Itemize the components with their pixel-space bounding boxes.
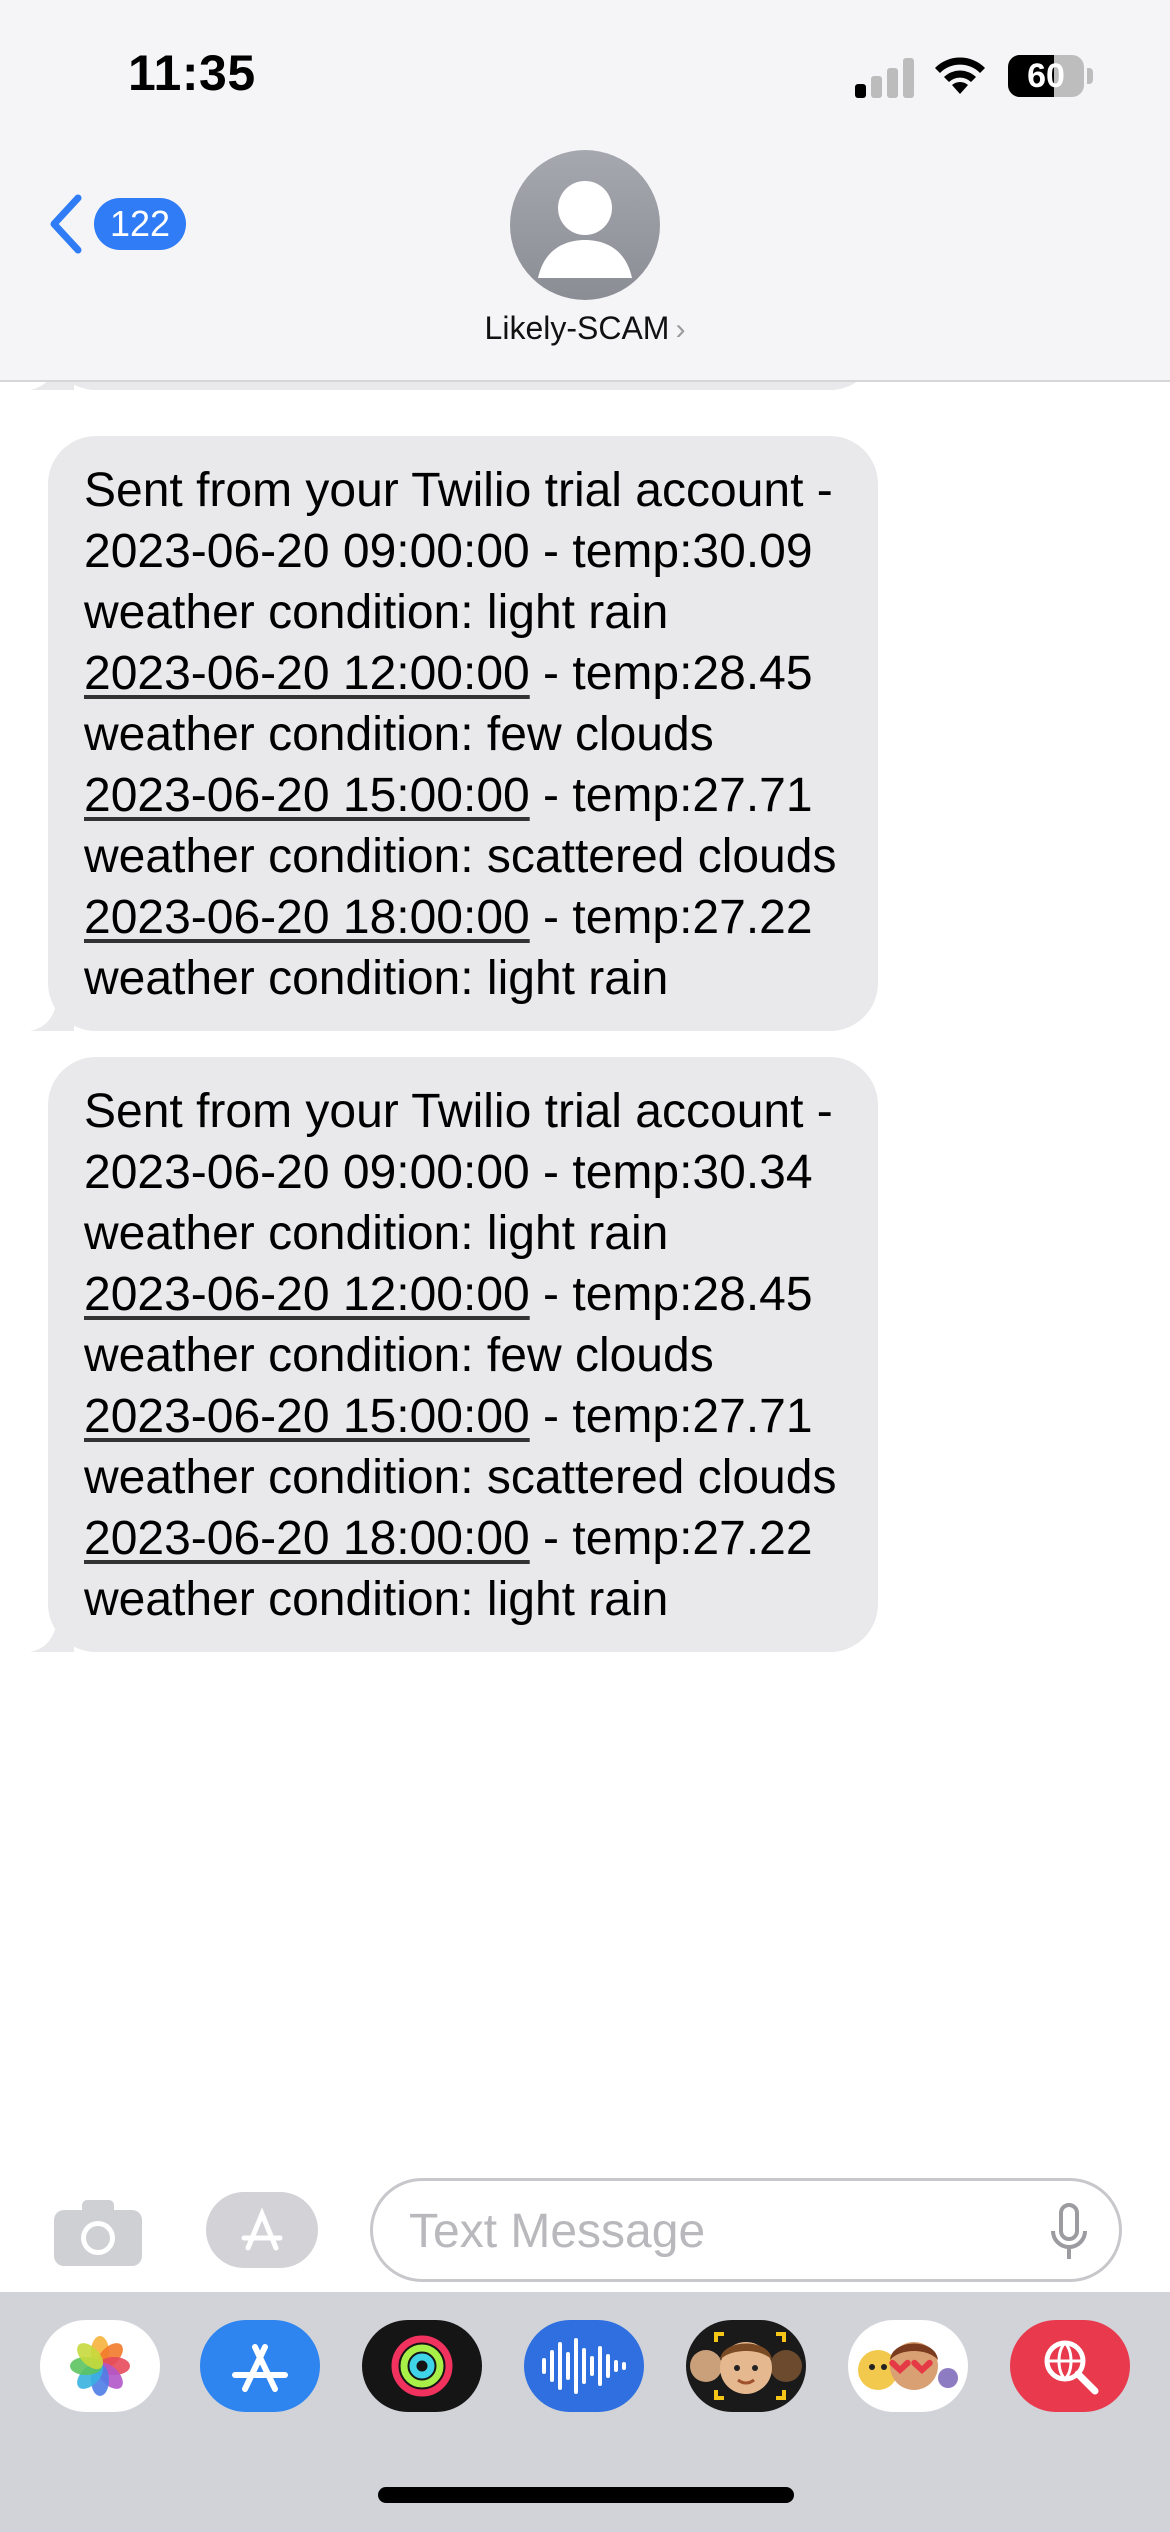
wifi-icon	[935, 57, 985, 94]
message-list[interactable]: Sent from your Twilio trial account - 20…	[0, 382, 1170, 2152]
datetime-link[interactable]: 2023-06-20 18:00:00	[84, 891, 530, 944]
status-time: 11:35	[128, 45, 256, 101]
battery-cap	[1087, 68, 1093, 84]
audio-message-app-icon[interactable]	[524, 2320, 644, 2412]
datetime-link[interactable]: 2023-06-20 12:00:00	[84, 1268, 530, 1321]
message-text: 2023-06-20 15:00:00 - temp:27.71 weather…	[84, 1386, 842, 1508]
message-text: 2023-06-20 18:00:00 - temp:27.22 weather…	[84, 887, 842, 1009]
app-store-icon	[241, 2207, 283, 2251]
datetime-text: 2023-06-20 09:00:00	[84, 1146, 530, 1199]
bubble-tail	[30, 1608, 74, 1652]
message-bubble[interactable]: Sent from your Twilio trial account - 20…	[30, 1057, 878, 1652]
message-bubble[interactable]: Sent from your Twilio trial account - 20…	[30, 436, 878, 1031]
photos-app-icon[interactable]	[40, 2320, 160, 2412]
battery-percent: 60	[1027, 57, 1065, 95]
datetime-link[interactable]: 2023-06-20 15:00:00	[84, 769, 530, 822]
memoji-face-icon	[690, 2332, 802, 2400]
person-icon	[538, 181, 632, 278]
app-store-a-icon	[232, 2344, 288, 2392]
app-store-app-icon[interactable]	[200, 2320, 320, 2412]
message-text: 2023-06-20 18:00:00 - temp:27.22 weather…	[84, 1508, 842, 1630]
photos-flower-icon	[70, 2336, 130, 2396]
contact-details-button[interactable]: Likely-SCAM ›	[0, 310, 1170, 347]
message-text: Sent from your Twilio trial account - 20…	[84, 460, 842, 643]
cellular-signal-icon	[855, 56, 915, 98]
message-text: 2023-06-20 15:00:00 - temp:27.71 weather…	[84, 765, 842, 887]
fitness-app-icon[interactable]	[362, 2320, 482, 2412]
chevron-left-icon	[50, 194, 82, 254]
sticker-faces-icon	[858, 2342, 958, 2390]
composer-bar	[0, 2152, 1170, 2292]
images-search-app-icon[interactable]	[1010, 2320, 1130, 2412]
bubble-tail	[30, 382, 74, 390]
contact-avatar[interactable]	[510, 150, 660, 300]
back-button[interactable]: 122	[46, 188, 196, 258]
datetime-text: 2023-06-20 09:00:00	[84, 525, 530, 578]
bubble-tail	[30, 987, 74, 1031]
datetime-link[interactable]: 2023-06-20 12:00:00	[84, 647, 530, 700]
contact-name: Likely-SCAM	[484, 310, 670, 346]
globe-search-icon	[1044, 2340, 1099, 2395]
apps-button[interactable]	[206, 2192, 318, 2268]
message-text: 2023-06-20 12:00:00 - temp:28.45 weather…	[84, 1264, 842, 1386]
camera-icon[interactable]	[52, 2196, 144, 2268]
message-text: 2023-06-20 12:00:00 - temp:28.45 weather…	[84, 643, 842, 765]
chevron-right-icon: ›	[675, 313, 686, 346]
message-intro: Sent from your Twilio trial account -	[84, 1085, 833, 1138]
conversation-header: 11:35 60 122 Likely-SCAM ›	[0, 0, 1170, 382]
activity-rings-icon	[391, 2335, 453, 2397]
home-indicator[interactable]	[378, 2487, 794, 2503]
memoji-stickers-app-icon[interactable]	[848, 2320, 968, 2412]
memoji-app-icon[interactable]	[686, 2320, 806, 2412]
unread-count-badge: 122	[94, 198, 187, 250]
battery-icon: 60	[1008, 55, 1084, 97]
message-bubble-partial[interactable]	[30, 382, 878, 390]
datetime-link[interactable]: 2023-06-20 18:00:00	[84, 1512, 530, 1565]
microphone-icon[interactable]	[1049, 2203, 1089, 2263]
message-intro: Sent from your Twilio trial account -	[84, 464, 833, 517]
waveform-icon	[542, 2338, 626, 2394]
message-field[interactable]	[370, 2178, 1122, 2282]
message-input[interactable]	[409, 2199, 1009, 2263]
datetime-link[interactable]: 2023-06-20 15:00:00	[84, 1390, 530, 1443]
message-text: Sent from your Twilio trial account - 20…	[84, 1081, 842, 1264]
